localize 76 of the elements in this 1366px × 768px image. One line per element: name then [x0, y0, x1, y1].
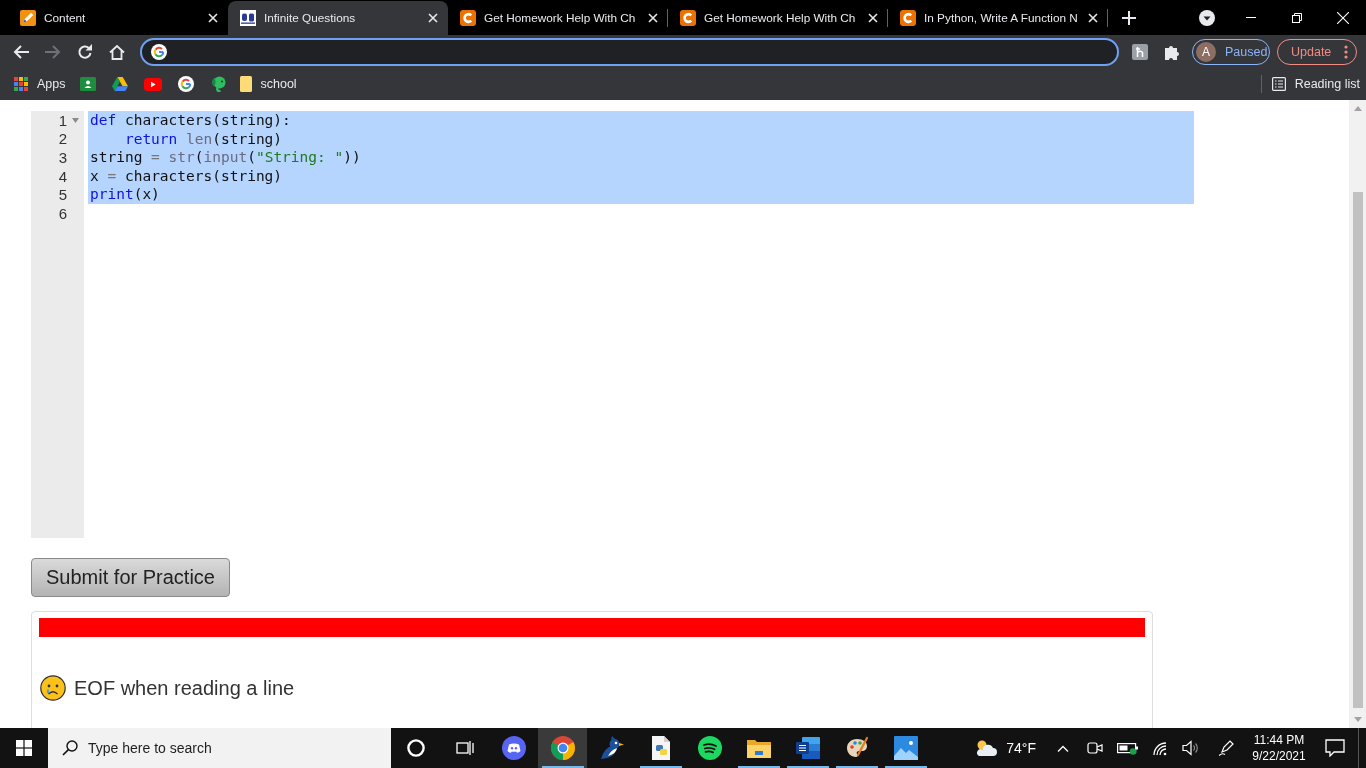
- g-logo-icon: [151, 43, 167, 60]
- line-number: 2: [58, 130, 67, 148]
- sound-waves-icon: [697, 736, 722, 760]
- taskbar-app[interactable]: [538, 728, 587, 768]
- g-logo-icon[interactable]: [177, 76, 194, 92]
- tricolor-circle-icon: [550, 736, 575, 760]
- folder-icon: [746, 738, 771, 758]
- scrollbar[interactable]: [1349, 100, 1366, 728]
- c-logo-icon: [680, 10, 696, 26]
- bookmark[interactable]: Apps: [8, 73, 72, 95]
- triangle-logo-icon[interactable]: [111, 77, 128, 91]
- start-menu-icon[interactable]: [16, 740, 32, 756]
- search-icon: [62, 740, 78, 756]
- bookmark[interactable]: school: [233, 72, 303, 96]
- reload-icon[interactable]: [77, 43, 93, 60]
- video-camera-icon[interactable]: [1087, 740, 1103, 756]
- battery-icon[interactable]: [1117, 741, 1139, 755]
- chevron-up-icon[interactable]: [1057, 744, 1069, 752]
- speaker-icon[interactable]: [1182, 740, 1200, 756]
- pencil-icon: [20, 10, 36, 26]
- browser-tab[interactable]: Content: [8, 1, 228, 35]
- palette-icon: [844, 736, 869, 760]
- controller-circle-icon: [501, 736, 526, 760]
- scrollbar-thumb[interactable]: [1352, 192, 1363, 708]
- script-file-icon: [649, 736, 672, 760]
- weather-button[interactable]: 74°F: [974, 728, 1047, 768]
- close-icon[interactable]: [428, 13, 438, 23]
- person-tile-icon[interactable]: [79, 77, 96, 91]
- crest-icon: [240, 10, 256, 26]
- submit-button[interactable]: Submit for Practice: [31, 558, 230, 597]
- profile-avatar: A: [1196, 41, 1216, 62]
- line-number: 5: [58, 186, 67, 204]
- message-bubble-icon[interactable]: [1324, 739, 1345, 757]
- cloud-sun-icon: [974, 739, 999, 757]
- close-icon[interactable]: [1088, 13, 1098, 23]
- reading-list-button[interactable]: Reading list: [1265, 73, 1366, 95]
- document-icon: [795, 737, 820, 759]
- ring-icon: [406, 739, 425, 757]
- clock-date[interactable]: 9/22/2021: [1252, 749, 1306, 763]
- c-logo-icon: [460, 10, 476, 26]
- plus-icon[interactable]: [1122, 10, 1136, 25]
- clock-time[interactable]: 11:44 PM: [1253, 733, 1305, 747]
- wifi-icon[interactable]: [1152, 740, 1168, 756]
- back-arrow-icon[interactable]: [13, 43, 29, 60]
- browser-tab[interactable]: Get Homework Help With Ch: [668, 1, 888, 35]
- error-message: EOF when reading a line: [74, 676, 295, 700]
- c-logo-icon: [900, 10, 916, 26]
- list-icon: [1271, 77, 1286, 91]
- crying-face-icon: [40, 675, 66, 701]
- bird-icon: [599, 736, 624, 760]
- close-icon[interactable]: [868, 13, 878, 23]
- landscape-icon: [893, 736, 918, 760]
- task-view-icon: [455, 740, 474, 756]
- folder-icon: [239, 76, 252, 92]
- close-icon[interactable]: [208, 13, 218, 23]
- caret-down-icon[interactable]: [72, 117, 79, 123]
- browser-tab[interactable]: Get Homework Help With Ch: [448, 1, 668, 35]
- grid-icon: [14, 77, 28, 91]
- line-number: 1: [58, 111, 67, 129]
- pen-icon[interactable]: [1219, 740, 1235, 756]
- dropdown-icon[interactable]: [1199, 9, 1215, 26]
- close-icon[interactable]: [648, 13, 658, 23]
- browser-tab[interactable]: Infinite Questions: [228, 1, 448, 35]
- play-button-icon[interactable]: [143, 77, 162, 91]
- line-number: 4: [58, 167, 67, 185]
- search-field[interactable]: Type here to search: [48, 728, 391, 768]
- elephant-icon[interactable]: [209, 76, 226, 92]
- address-bar[interactable]: [140, 37, 1119, 66]
- puzzle-icon[interactable]: [1164, 43, 1180, 60]
- line-number: 3: [58, 149, 67, 166]
- restore-icon[interactable]: [1292, 12, 1302, 23]
- line-number: 6: [58, 204, 67, 222]
- three-dots-icon: [1344, 44, 1348, 59]
- browser-tab[interactable]: In Python, Write A Function N: [888, 1, 1108, 35]
- home-icon[interactable]: [109, 43, 125, 60]
- extension-tile-icon[interactable]: [1132, 43, 1148, 60]
